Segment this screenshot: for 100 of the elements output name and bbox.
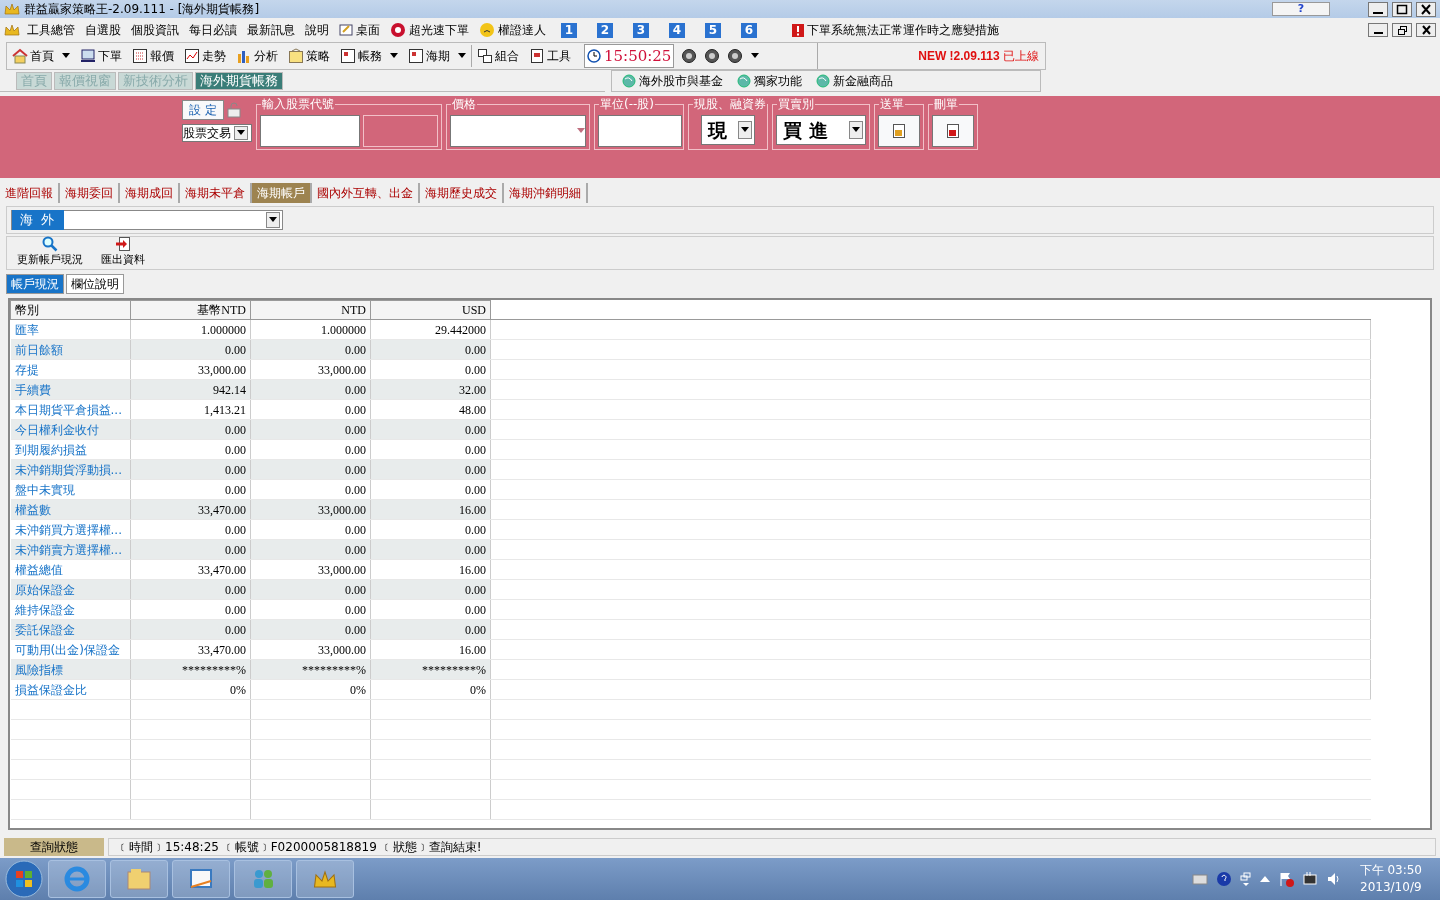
toolbar-button[interactable]: 策略	[306, 47, 330, 65]
house-icon	[12, 48, 28, 64]
function-tab[interactable]: 海期帳戶	[252, 183, 312, 203]
toolbar-button[interactable]: 下單	[98, 47, 122, 65]
toolbar-button[interactable]: 分析	[254, 47, 278, 65]
toolbar-button[interactable]: 報價	[150, 47, 174, 65]
buy-sell-select[interactable]: 買 進	[776, 115, 866, 145]
table-cell: 0.00	[250, 519, 371, 540]
toolbar-button[interactable]: 組合	[495, 47, 519, 65]
function-tab[interactable]: 海期沖銷明細	[504, 183, 588, 203]
table-cell: 0%	[250, 679, 371, 700]
number-button[interactable]: 6	[741, 22, 757, 38]
folder-icon	[288, 48, 304, 64]
table-cell: 33,470.00	[130, 639, 251, 660]
menu-item[interactable]: 下單系統無法正常運作時之應變措施	[807, 21, 999, 39]
minimize-button[interactable]	[1368, 23, 1388, 37]
toolbar-button[interactable]: 工具	[547, 47, 571, 65]
arrow-up-icon[interactable]	[1259, 875, 1270, 883]
column-header: 基幣NTD	[130, 300, 251, 320]
tab[interactable]: 欄位說明	[66, 274, 124, 294]
start-button[interactable]	[4, 859, 44, 899]
input-field[interactable]	[260, 115, 360, 147]
taskbar-clock[interactable]: 下午 03:50 2013/10/9	[1359, 862, 1422, 896]
number-button[interactable]: 5	[705, 22, 721, 38]
crown-icon	[4, 2, 20, 16]
close-button[interactable]	[1416, 1, 1436, 17]
table-cell: 到期履約損益	[10, 439, 131, 460]
flag-icon[interactable]	[1277, 871, 1294, 887]
light-icon[interactable]	[704, 48, 721, 64]
minimize-button[interactable]	[1368, 1, 1388, 17]
link[interactable]: 海外股市與基金	[639, 72, 723, 90]
send-button[interactable]	[878, 115, 920, 147]
close-icon	[1419, 3, 1433, 15]
windows-icon[interactable]	[1239, 872, 1252, 886]
link[interactable]: 新金融商品	[833, 72, 893, 90]
help-button[interactable]: ?	[1272, 2, 1330, 16]
menu-item[interactable]: 每日必讀	[189, 21, 237, 39]
light-icon[interactable]	[727, 48, 744, 64]
menu-item[interactable]: 說明	[305, 21, 329, 39]
number-button[interactable]: 1	[561, 22, 577, 38]
menu-item[interactable]: 桌面	[356, 21, 380, 39]
keyboard-icon[interactable]	[1191, 873, 1208, 885]
taskbar-button[interactable]	[172, 860, 230, 898]
caret-icon	[751, 53, 760, 59]
table-cell: 0.00	[130, 519, 251, 540]
status-text: ﹝時間﹞15:48:25 ﹝帳號﹞F0200005818819 ﹝狀態﹞查詢結束!	[108, 838, 1436, 856]
toolbar-button[interactable]: 帳務	[358, 47, 382, 65]
field-label: 送單	[879, 97, 905, 111]
field-label: 現股、融資券	[693, 97, 767, 111]
toolbar-button[interactable]: 更新帳戶現況	[17, 235, 83, 268]
caret-icon	[852, 127, 860, 133]
table-cell: 29.442000	[370, 319, 491, 340]
new-version-notice[interactable]: NEW !2.09.113 已上線	[918, 47, 1039, 65]
speaker-icon[interactable]	[1325, 871, 1342, 887]
number-button[interactable]: 2	[597, 22, 613, 38]
column-header: 幣別	[10, 300, 131, 320]
number-button[interactable]: 3	[633, 22, 649, 38]
menu-item[interactable]: 權證達人	[498, 21, 546, 39]
link[interactable]: 獨家功能	[754, 72, 802, 90]
settings-button[interactable]: 設 定	[182, 100, 224, 120]
minimize-icon	[1373, 32, 1383, 34]
desktop-icon	[339, 23, 353, 37]
function-tab[interactable]: 海期歷史成交	[420, 183, 504, 203]
toolbar-button[interactable]: 海期	[426, 47, 450, 65]
restore-button[interactable]	[1392, 23, 1412, 37]
menu-item[interactable]: 最新訊息	[247, 21, 295, 39]
help-icon[interactable]	[1215, 871, 1232, 887]
function-tab[interactable]: 國內外互轉、出金	[312, 183, 420, 203]
function-tab[interactable]: 海期委回	[60, 183, 120, 203]
page-tab[interactable]: 海外期貨帳務	[195, 72, 283, 90]
function-tab[interactable]: 海期成回	[120, 183, 180, 203]
menu-item[interactable]: 自選股	[85, 21, 121, 39]
unit-field[interactable]	[598, 115, 682, 147]
document-icon	[340, 48, 356, 64]
toolbar-button[interactable]: 走勢	[202, 47, 226, 65]
document-icon	[891, 123, 907, 139]
price-field[interactable]	[450, 115, 586, 147]
monitor-icon	[80, 48, 96, 64]
toolbar-button[interactable]: 匯出資料	[101, 235, 145, 268]
account-select[interactable]: 海 外	[11, 210, 283, 230]
menu-item[interactable]: 超光速下單	[409, 21, 469, 39]
table-cell: 1.000000	[250, 319, 371, 340]
delete-button[interactable]	[932, 115, 974, 147]
trade-type-select[interactable]: 股票交易	[182, 124, 252, 142]
maximize-button[interactable]	[1392, 1, 1412, 17]
function-tab[interactable]: 進階回報	[0, 183, 60, 203]
tab[interactable]: 帳戶現況	[6, 274, 64, 294]
clock-icon	[587, 49, 601, 63]
close-button[interactable]	[1416, 23, 1436, 37]
minimize-icon	[1373, 11, 1383, 14]
number-button[interactable]: 4	[669, 22, 685, 38]
position-type-select[interactable]: 現	[701, 115, 755, 145]
menu-item[interactable]: 工具總管	[27, 21, 75, 39]
light-icon[interactable]	[681, 48, 698, 64]
table-cell: 0.00	[130, 599, 251, 620]
toolbar-button[interactable]: 首頁	[30, 47, 54, 65]
network-icon[interactable]	[1301, 871, 1318, 887]
table-cell: 0.00	[370, 479, 491, 500]
menu-item[interactable]: 個股資訊	[131, 21, 179, 39]
table-cell: 33,000.00	[250, 559, 371, 580]
